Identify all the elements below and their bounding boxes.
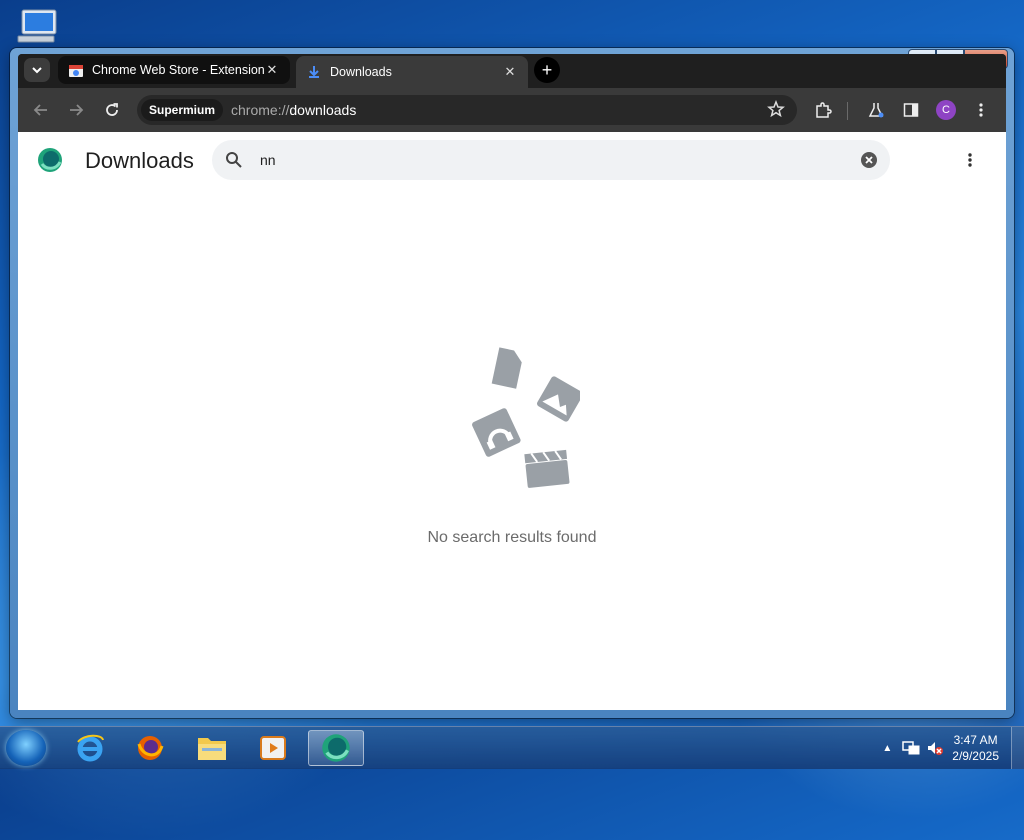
kebab-menu-icon — [979, 103, 983, 117]
avatar: C — [936, 100, 956, 120]
tab-downloads[interactable]: Downloads ✕ — [296, 56, 528, 88]
taskbar: ▲ 3:47 AM 2/9/2025 — [0, 726, 1024, 769]
web-store-icon — [69, 65, 83, 77]
clock-time: 3:47 AM — [953, 733, 998, 747]
arrow-right-icon — [70, 104, 84, 116]
site-chip[interactable]: Supermium — [141, 99, 224, 121]
more-actions-button[interactable] — [960, 150, 980, 170]
supermium-icon — [322, 734, 350, 762]
side-panel-button[interactable] — [898, 97, 924, 123]
chevron-down-icon — [32, 67, 42, 74]
back-button[interactable] — [28, 97, 54, 123]
reload-button[interactable] — [99, 97, 125, 123]
labs-button[interactable] — [863, 97, 889, 123]
tab-search-button[interactable] — [24, 58, 50, 82]
file-explorer-taskbar-button[interactable] — [184, 730, 240, 766]
side-panel-icon — [903, 103, 919, 117]
url-text[interactable]: chrome://downloads — [231, 102, 356, 118]
reload-icon — [106, 103, 118, 116]
menu-button[interactable] — [968, 97, 994, 123]
forward-button[interactable] — [63, 97, 89, 123]
internet-explorer-icon — [77, 734, 104, 762]
search-input[interactable] — [258, 151, 860, 169]
url-scheme: chrome:// — [231, 102, 290, 118]
close-tab-icon[interactable]: ✕ — [502, 64, 518, 80]
start-button[interactable] — [6, 730, 46, 766]
arrow-left-icon — [33, 104, 47, 116]
show-hidden-icons-icon[interactable]: ▲ — [882, 743, 892, 754]
computer-desktop-icon[interactable] — [14, 8, 62, 48]
no-results-message: No search results found — [427, 529, 597, 546]
address-bar[interactable]: Supermium chrome://downloads — [137, 95, 797, 125]
download-icon — [309, 66, 319, 78]
internet-explorer-taskbar-button[interactable] — [62, 730, 118, 766]
firefox-taskbar-button[interactable] — [122, 730, 178, 766]
search-icon — [226, 152, 242, 168]
media-player-taskbar-button[interactable] — [245, 730, 301, 766]
browser-chrome: Chrome Web Store - Extensions ✕ Download… — [18, 54, 1006, 710]
kebab-menu-icon — [968, 153, 972, 167]
clear-search-icon[interactable] — [860, 151, 878, 169]
page-title: Downloads — [85, 148, 194, 173]
supermium-taskbar-button[interactable] — [308, 730, 364, 766]
bookmark-star-icon[interactable] — [767, 99, 785, 123]
clock[interactable]: 3:47 AM 2/9/2025 — [952, 732, 999, 764]
tab-chrome-web-store[interactable]: Chrome Web Store - Extensions ✕ — [58, 56, 290, 84]
media-player-icon — [260, 736, 286, 760]
extensions-button[interactable] — [810, 97, 836, 123]
profile-button[interactable]: C — [933, 97, 959, 123]
network-icon[interactable] — [902, 740, 920, 756]
supermium-logo-icon — [38, 148, 62, 172]
new-tab-button[interactable]: + — [534, 57, 560, 83]
puzzle-icon — [816, 102, 832, 118]
browser-toolbar: Supermium chrome://downloads C — [18, 88, 1006, 132]
show-desktop-button[interactable] — [1011, 727, 1024, 769]
tab-strip: Chrome Web Store - Extensions ✕ Download… — [18, 54, 1006, 88]
close-tab-icon[interactable]: ✕ — [264, 62, 280, 78]
downloads-page: Downloads No search results found — [18, 132, 1006, 710]
clock-date: 2/9/2025 — [952, 749, 999, 763]
tab-title: Chrome Web Store - Extensions — [92, 63, 264, 77]
firefox-icon — [137, 736, 164, 760]
browser-window: – □ ✕ Chrome Web Store - Extensions ✕ — [10, 48, 1014, 718]
folder-icon — [198, 738, 226, 760]
url-host: downloads — [289, 102, 357, 118]
no-results-illustration — [472, 347, 580, 488]
search-bar[interactable] — [212, 140, 890, 180]
tab-title: Downloads — [330, 65, 392, 79]
toolbar-separator — [847, 102, 848, 120]
flask-icon — [868, 103, 884, 118]
system-tray: ▲ 3:47 AM 2/9/2025 — [882, 727, 1024, 769]
volume-muted-icon[interactable] — [926, 740, 944, 756]
